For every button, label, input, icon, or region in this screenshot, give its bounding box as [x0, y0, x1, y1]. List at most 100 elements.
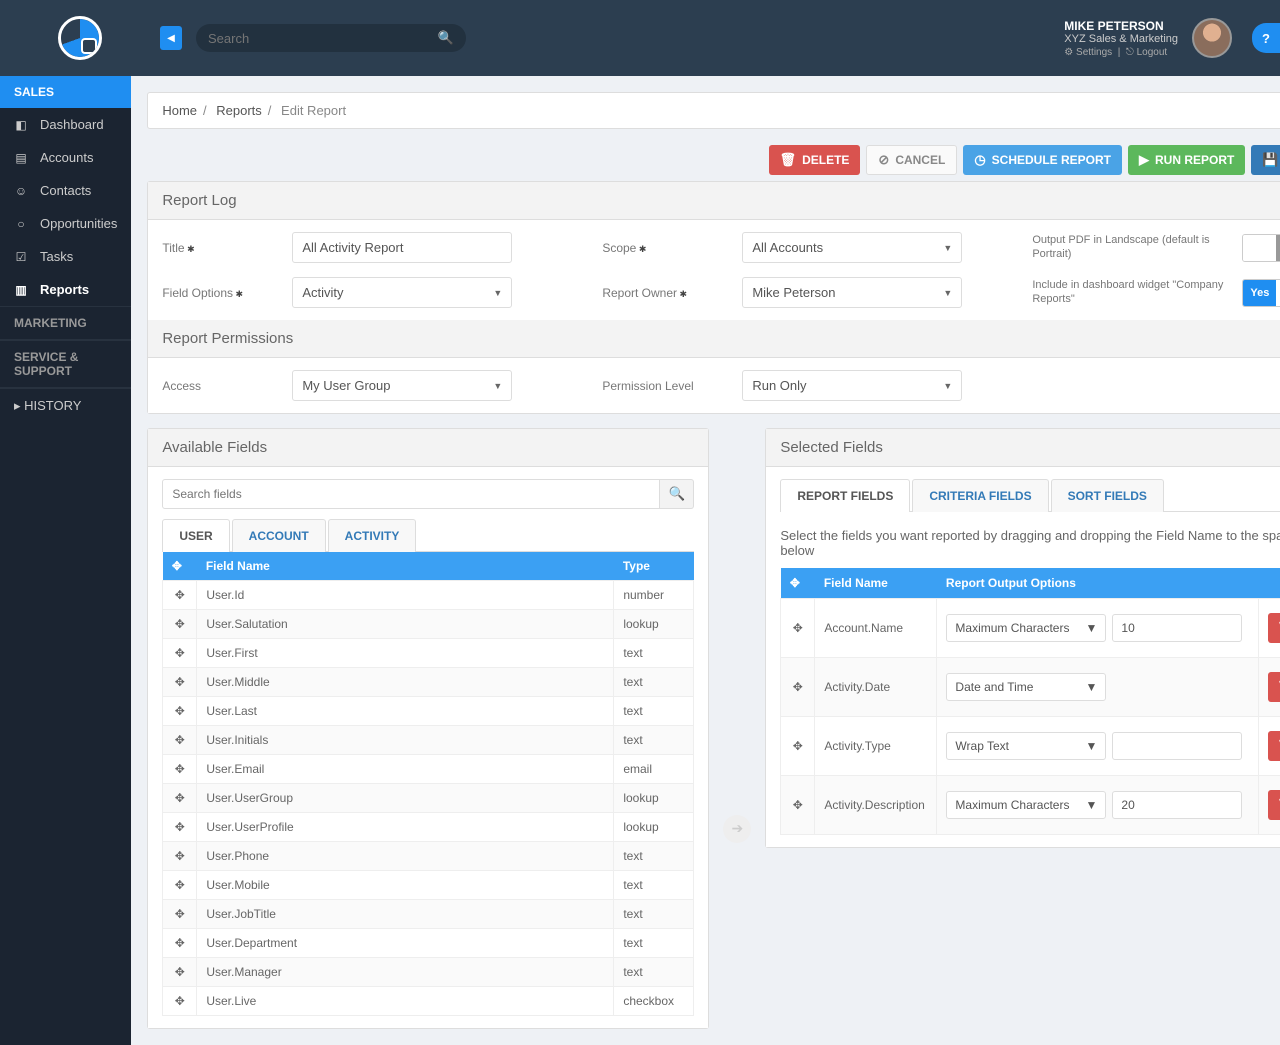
table-row[interactable]: ✥User.Firsttext	[163, 639, 694, 668]
owner-select[interactable]: Mike Peterson▼	[742, 277, 962, 308]
search-box[interactable]: 🔍	[196, 24, 466, 52]
tab-report-fields[interactable]: REPORT FIELDS	[780, 479, 910, 512]
move-icon[interactable]: ✥	[163, 726, 197, 755]
move-icon[interactable]: ✥	[163, 697, 197, 726]
sidebar-section-marketing[interactable]: MARKETING	[0, 306, 131, 340]
move-icon[interactable]: ✥	[781, 599, 815, 658]
option-value-input[interactable]	[1112, 791, 1242, 819]
output-option-select[interactable]: Maximum Characters▼	[946, 791, 1106, 819]
scope-label: Scope	[602, 241, 732, 255]
table-row[interactable]: ✥User.Managertext	[163, 958, 694, 987]
table-row[interactable]: ✥Activity.DateDate and Time▼🗑	[781, 658, 1280, 717]
move-icon[interactable]: ✥	[163, 784, 197, 813]
field-options-label: Field Options	[162, 286, 282, 300]
level-select[interactable]: Run Only▼	[742, 370, 962, 401]
save-button[interactable]: 💾SAVE	[1251, 145, 1280, 175]
move-icon[interactable]: ✥	[781, 776, 815, 835]
move-icon[interactable]: ✥	[781, 658, 815, 717]
sidebar-history[interactable]: ▸ HISTORY	[0, 388, 131, 423]
move-icon[interactable]: ✥	[163, 813, 197, 842]
logout-link[interactable]: Logout	[1137, 47, 1168, 58]
delete-row-button[interactable]: 🗑	[1268, 672, 1280, 702]
settings-link[interactable]: Settings	[1076, 47, 1112, 58]
scope-select[interactable]: All Accounts▼	[742, 232, 962, 263]
move-icon[interactable]: ✥	[163, 610, 197, 639]
table-row[interactable]: ✥User.Emailemail	[163, 755, 694, 784]
user-avatar[interactable]	[1192, 18, 1232, 58]
option-value-input[interactable]	[1112, 732, 1242, 760]
move-icon[interactable]: ✥	[163, 668, 197, 697]
delete-row-button[interactable]: 🗑	[1268, 790, 1280, 820]
search-fields-button[interactable]: 🔍	[660, 479, 694, 509]
output-option-select[interactable]: Maximum Characters▼	[946, 614, 1106, 642]
move-icon[interactable]: ✥	[163, 639, 197, 668]
delete-row-button[interactable]: 🗑	[1268, 731, 1280, 761]
cancel-button[interactable]: ⊘CANCEL	[866, 145, 957, 175]
title-input[interactable]	[292, 232, 512, 263]
move-icon[interactable]: ✥	[163, 755, 197, 784]
option-value-input[interactable]	[1112, 614, 1242, 642]
dashboard-toggle[interactable]: Yes	[1242, 279, 1280, 307]
search-fields-input[interactable]	[162, 479, 660, 509]
table-row[interactable]: ✥User.Salutationlookup	[163, 610, 694, 639]
table-row[interactable]: ✥Activity.TypeWrap Text▼🗑	[781, 717, 1280, 776]
top-right: MIKE PETERSON XYZ Sales & Marketing ⚙ Se…	[1064, 18, 1280, 58]
move-icon[interactable]: ✥	[163, 900, 197, 929]
access-select[interactable]: My User Group▼	[292, 370, 512, 401]
table-row[interactable]: ✥User.Middletext	[163, 668, 694, 697]
tab-criteria-fields[interactable]: CRITERIA FIELDS	[912, 479, 1048, 512]
type-cell: text	[614, 668, 694, 697]
tab-user[interactable]: USER	[162, 519, 229, 552]
move-icon[interactable]: ✥	[163, 929, 197, 958]
schedule-report-button[interactable]: ◷SCHEDULE REPORT	[963, 145, 1122, 175]
run-report-button[interactable]: ▶RUN REPORT	[1128, 145, 1245, 175]
table-row[interactable]: ✥User.JobTitletext	[163, 900, 694, 929]
table-row[interactable]: ✥User.Livecheckbox	[163, 987, 694, 1016]
breadcrumb-home[interactable]: Home	[162, 103, 197, 118]
table-row[interactable]: ✥User.Departmenttext	[163, 929, 694, 958]
table-row[interactable]: ✥User.Phonetext	[163, 842, 694, 871]
output-option-select[interactable]: Wrap Text▼	[946, 732, 1106, 760]
help-button[interactable]: ?	[1252, 23, 1280, 53]
sidebar-item-accounts[interactable]: ▤Accounts	[0, 141, 131, 174]
table-row[interactable]: ✥Activity.DescriptionMaximum Characters▼…	[781, 776, 1280, 835]
table-row[interactable]: ✥User.UserGrouplookup	[163, 784, 694, 813]
tab-activity[interactable]: ACTIVITY	[328, 519, 417, 552]
delete-row-button[interactable]: 🗑	[1268, 613, 1280, 643]
sidebar-item-dashboard[interactable]: ◧Dashboard	[0, 108, 131, 141]
play-icon: ▶	[1139, 152, 1149, 168]
sidebar-item-label: Dashboard	[40, 117, 104, 132]
sidebar-item-reports[interactable]: ▥Reports	[0, 273, 131, 306]
move-icon[interactable]: ✥	[163, 581, 197, 610]
move-icon[interactable]: ✥	[163, 871, 197, 900]
move-icon[interactable]: ✥	[781, 717, 815, 776]
output-option-select[interactable]: Date and Time▼	[946, 673, 1106, 701]
sidebar-item-opportunities[interactable]: ○Opportunities	[0, 207, 131, 240]
table-row[interactable]: ✥User.Mobiletext	[163, 871, 694, 900]
clock-icon: ◷	[974, 152, 985, 168]
collapse-sidebar-button[interactable]: ◀	[160, 26, 182, 50]
chevron-down-icon: ▼	[943, 288, 952, 298]
table-row[interactable]: ✥User.Initialstext	[163, 726, 694, 755]
sidebar-section-sales[interactable]: SALES	[0, 76, 131, 108]
global-search-input[interactable]	[208, 31, 438, 46]
delete-button[interactable]: 🗑DELETE	[769, 145, 861, 175]
transfer-arrow-icon[interactable]: ➔	[723, 815, 751, 843]
sidebar-section-service[interactable]: SERVICE & SUPPORT	[0, 340, 131, 388]
table-row[interactable]: ✥Account.NameMaximum Characters▼🗑	[781, 599, 1280, 658]
sidebar-item-contacts[interactable]: ☺Contacts	[0, 174, 131, 207]
table-row[interactable]: ✥User.Idnumber	[163, 581, 694, 610]
sidebar-item-tasks[interactable]: ☑Tasks	[0, 240, 131, 273]
field-options-select[interactable]: Activity▼	[292, 277, 512, 308]
table-row[interactable]: ✥User.Lasttext	[163, 697, 694, 726]
breadcrumb-reports[interactable]: Reports	[216, 103, 262, 118]
selected-fields-table: ✥ Field Name Report Output Options ✥Acco…	[780, 568, 1280, 835]
pdf-toggle[interactable]: No	[1242, 234, 1280, 262]
report-log-panel: Report Log Title Scope All Accounts▼ Out…	[147, 181, 1280, 414]
move-icon[interactable]: ✥	[163, 958, 197, 987]
table-row[interactable]: ✥User.UserProfilelookup	[163, 813, 694, 842]
move-icon[interactable]: ✥	[163, 987, 197, 1016]
tab-account[interactable]: ACCOUNT	[232, 519, 326, 552]
tab-sort-fields[interactable]: SORT FIELDS	[1051, 479, 1164, 512]
move-icon[interactable]: ✥	[163, 842, 197, 871]
